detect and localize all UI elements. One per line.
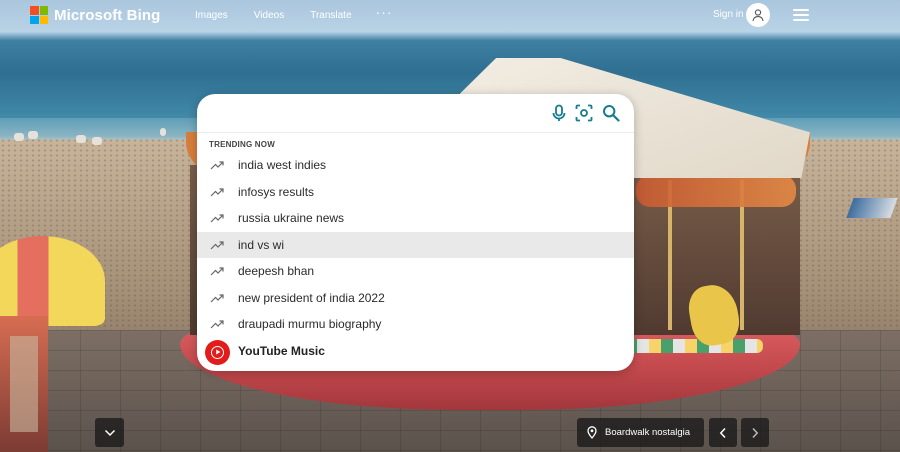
nav-videos[interactable]: Videos [254, 10, 284, 21]
location-pin-icon [587, 426, 597, 439]
mic-icon[interactable] [550, 104, 568, 122]
microsoft-logo-icon [30, 6, 48, 24]
trending-icon [210, 214, 224, 223]
suggestion-text: russia ukraine news [238, 211, 345, 226]
image-caption-button[interactable]: Boardwalk nostalgia [577, 418, 704, 447]
suggestion-item[interactable]: deepesh bhan [197, 258, 634, 285]
sign-in-link[interactable]: Sign in [713, 9, 744, 20]
suggestion-text: deepesh bhan [238, 264, 315, 279]
app-suggestion-text: YouTube Music [238, 343, 325, 358]
previous-image-button[interactable] [709, 418, 737, 447]
avatar[interactable] [746, 3, 770, 27]
suggestion-text: draupadi murmu biography [238, 317, 382, 332]
trending-icon [210, 267, 224, 276]
top-bar: Microsoft Bing Images Videos Translate ·… [0, 0, 900, 32]
trending-icon [210, 240, 224, 249]
caption-text: Boardwalk nostalgia [605, 427, 691, 438]
visual-search-icon[interactable] [575, 104, 593, 122]
trending-icon [210, 320, 224, 329]
suggestion-item[interactable]: draupadi murmu biography [197, 311, 634, 338]
user-icon [752, 9, 764, 22]
nav-images[interactable]: Images [195, 10, 228, 21]
chevron-right-icon [752, 427, 759, 438]
suggestion-text: ind vs wi [238, 237, 285, 252]
youtube-music-icon [205, 339, 230, 365]
nav-translate[interactable]: Translate [310, 10, 351, 21]
search-icon[interactable] [602, 104, 620, 122]
trending-icon [210, 161, 224, 170]
bing-logo[interactable]: Microsoft Bing [30, 6, 160, 24]
suggestion-item[interactable]: russia ukraine news [197, 205, 634, 232]
more-menu-button[interactable]: ··· [376, 4, 393, 21]
search-panel: TRENDING NOW india west indies infosys r… [197, 94, 634, 371]
trending-icon [210, 187, 224, 196]
top-nav: Images Videos Translate ··· [195, 4, 393, 21]
search-bar [197, 94, 634, 133]
logo-text: Microsoft Bing [54, 6, 161, 24]
suggestion-text: new president of india 2022 [238, 290, 385, 305]
suggestion-list: india west indies infosys results russia… [197, 152, 634, 366]
hamburger-menu-icon[interactable] [793, 9, 809, 21]
trending-header: TRENDING NOW [209, 140, 275, 149]
chevron-down-icon [104, 429, 115, 436]
app-suggestion-youtube-music[interactable]: YouTube Music [197, 338, 634, 366]
suggestion-item[interactable]: infosys results [197, 179, 634, 206]
search-input[interactable] [211, 100, 535, 126]
next-image-button[interactable] [741, 418, 769, 447]
chevron-left-icon [719, 427, 726, 438]
suggestion-text: india west indies [238, 158, 327, 173]
suggestion-item-highlighted[interactable]: ind vs wi [197, 231, 634, 258]
suggestion-item[interactable]: new president of india 2022 [197, 285, 634, 312]
expand-button[interactable] [95, 418, 124, 447]
trending-icon [210, 293, 224, 302]
suggestion-text: infosys results [238, 184, 315, 199]
suggestion-item[interactable]: india west indies [197, 152, 634, 179]
